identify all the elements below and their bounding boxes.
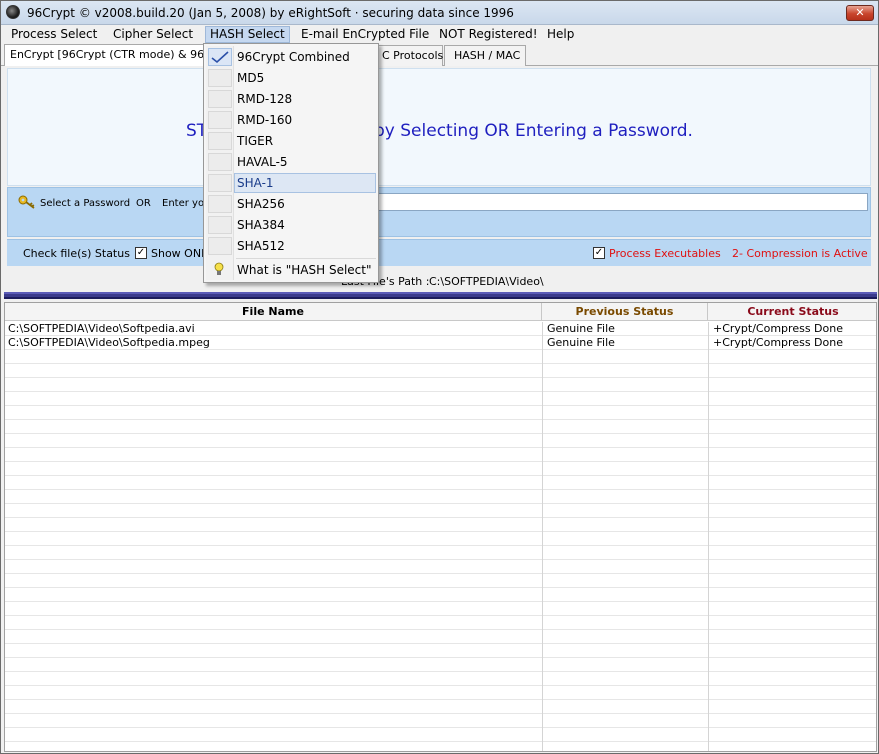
show-only-label: Show ONL — [151, 247, 208, 260]
previous-status-cell: Genuine File — [547, 322, 615, 335]
tab-strip: EnCrypt [96Crypt (CTR mode) & 96Crypt C … — [1, 44, 878, 66]
process-executables-label: Process Executables — [609, 247, 721, 260]
table-body — [5, 322, 876, 751]
select-password-label[interactable]: Select a Password — [40, 198, 130, 209]
hash-item-tiger[interactable]: TIGER — [206, 131, 376, 151]
file-name-cell: C:\SOFTPEDIA\Video\Softpedia.avi — [8, 322, 195, 335]
hash-item-label: RMD-160 — [237, 113, 293, 127]
menu-bar: Process Select Cipher Select HASH Select… — [1, 25, 878, 44]
password-panel: Select a Password OR Enter you — [7, 187, 871, 237]
show-only-checkbox[interactable]: ✓ — [135, 247, 147, 259]
hash-help-label: What is "HASH Select" — [237, 263, 372, 277]
or-label: OR — [136, 198, 151, 209]
hash-select-menu: 96Crypt Combined MD5 RMD-128 RMD-160 TIG… — [203, 43, 379, 283]
hash-item-haval-5[interactable]: HAVAL-5 — [206, 152, 376, 172]
hash-item-label: SHA-1 — [237, 176, 274, 190]
checkmark-icon — [208, 48, 232, 66]
app-window: 96Crypt © v2008.build.20 (Jan 5, 2008) b… — [0, 0, 879, 754]
empty-check-icon — [208, 195, 232, 213]
menu-email-encrypted-file[interactable]: E-mail EnCrypted File — [297, 26, 433, 43]
lightbulb-icon — [208, 261, 232, 279]
menu-separator — [236, 258, 376, 259]
hash-item-label: HAVAL-5 — [237, 155, 288, 169]
password-input[interactable] — [378, 193, 868, 211]
hash-item-label: SHA512 — [237, 239, 285, 253]
table-row[interactable]: C:\SOFTPEDIA\Video\Softpedia.mpeg Genuin… — [5, 336, 876, 350]
empty-check-icon — [208, 153, 232, 171]
last-path-row: Last File's Path : C:\SOFTPEDIA\Video\ — [1, 271, 878, 291]
empty-check-icon — [208, 237, 232, 255]
file-table[interactable]: File Name Previous Status Current Status… — [4, 302, 877, 752]
tab-hash-mac[interactable]: HASH / MAC — [444, 45, 526, 66]
empty-check-icon — [208, 132, 232, 150]
hash-item-label: TIGER — [237, 134, 274, 148]
hash-item-md5[interactable]: MD5 — [206, 68, 376, 88]
hash-item-96crypt-combined[interactable]: 96Crypt Combined — [206, 47, 376, 67]
table-header: File Name Previous Status Current Status — [5, 303, 876, 321]
menu-hash-select[interactable]: HASH Select — [205, 26, 290, 43]
column-header-file-name[interactable]: File Name — [5, 303, 542, 321]
hash-item-label: 96Crypt Combined — [237, 50, 350, 64]
tab-encrypt[interactable]: EnCrypt [96Crypt (CTR mode) & 96Crypt — [4, 44, 234, 66]
hash-item-rmd-128[interactable]: RMD-128 — [206, 89, 376, 109]
last-path-value: C:\SOFTPEDIA\Video\ — [429, 275, 544, 288]
hash-item-label: SHA256 — [237, 197, 285, 211]
empty-check-icon — [208, 90, 232, 108]
menu-process-select[interactable]: Process Select — [7, 26, 101, 43]
compression-status-label: 2- Compression is Active — [732, 247, 868, 260]
title-bar: 96Crypt © v2008.build.20 (Jan 5, 2008) b… — [1, 1, 878, 25]
progress-separator — [4, 292, 877, 299]
current-status-cell: +Crypt/Compress Done — [713, 322, 843, 335]
banner-text-right: by Selecting OR Entering a Password. — [374, 121, 693, 141]
hash-item-sha512[interactable]: SHA512 — [206, 236, 376, 256]
status-options-bar: Check file(s) Status ✓ Show ONL ✓ Proces… — [7, 239, 871, 266]
check-file-status-button[interactable]: Check file(s) Status — [23, 247, 130, 260]
instruction-banner: ST by Selecting OR Entering a Password. — [7, 68, 871, 186]
table-row[interactable]: C:\SOFTPEDIA\Video\Softpedia.avi Genuine… — [5, 322, 876, 336]
process-executables-checkbox[interactable]: ✓ — [593, 247, 605, 259]
hash-item-sha256[interactable]: SHA256 — [206, 194, 376, 214]
hash-item-label: RMD-128 — [237, 92, 293, 106]
hash-help-item[interactable]: What is "HASH Select" — [206, 260, 376, 280]
hash-item-rmd-160[interactable]: RMD-160 — [206, 110, 376, 130]
empty-check-icon — [208, 111, 232, 129]
hash-item-label: MD5 — [237, 71, 265, 85]
close-button[interactable]: ✕ — [846, 5, 874, 21]
column-header-current-status[interactable]: Current Status — [708, 303, 876, 321]
empty-check-icon — [208, 69, 232, 87]
file-name-cell: C:\SOFTPEDIA\Video\Softpedia.mpeg — [8, 336, 210, 349]
empty-check-icon — [208, 174, 232, 192]
key-icon[interactable] — [18, 195, 36, 209]
menu-not-registered[interactable]: NOT Registered! — [435, 26, 542, 43]
previous-status-cell: Genuine File — [547, 336, 615, 349]
window-title: 96Crypt © v2008.build.20 (Jan 5, 2008) b… — [27, 6, 514, 20]
empty-check-icon — [208, 216, 232, 234]
hash-item-sha-1[interactable]: SHA-1 — [206, 173, 376, 193]
hash-item-label: SHA384 — [237, 218, 285, 232]
column-header-previous-status[interactable]: Previous Status — [542, 303, 708, 321]
column-divider — [708, 322, 709, 751]
column-divider — [542, 322, 543, 751]
menu-cipher-select[interactable]: Cipher Select — [109, 26, 197, 43]
hash-item-sha384[interactable]: SHA384 — [206, 215, 376, 235]
app-logo-icon[interactable] — [6, 5, 20, 19]
menu-help[interactable]: Help — [543, 26, 578, 43]
current-status-cell: +Crypt/Compress Done — [713, 336, 843, 349]
